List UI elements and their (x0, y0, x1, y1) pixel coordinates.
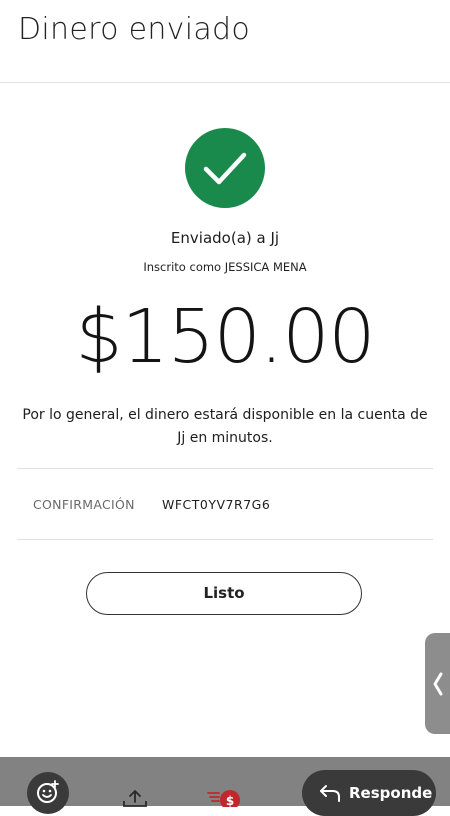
done-button[interactable]: Listo (86, 572, 362, 615)
reply-button[interactable]: Responde (302, 770, 436, 816)
success-check-icon (185, 128, 265, 208)
amount-sent: $150.00 (75, 294, 375, 380)
divider-top (17, 468, 433, 469)
reply-label: Responde (349, 784, 433, 802)
page-title: Dinero enviado (18, 12, 251, 47)
enrolled-as-line: Inscrito como JESSICA MENA (143, 260, 307, 274)
header-bar: Dinero enviado (0, 0, 450, 83)
emoji-add-button[interactable] (27, 772, 69, 814)
upload-icon[interactable] (122, 789, 148, 807)
svg-text:$: $ (226, 794, 234, 807)
divider-bottom (17, 539, 433, 540)
chevron-left-icon (433, 672, 443, 696)
recipient-line: Enviado(a) a Jj (170, 229, 280, 247)
reply-arrow-icon (320, 785, 340, 802)
side-panel-handle[interactable] (425, 633, 450, 734)
confirmation-label: CONFIRMACIÓN (33, 497, 135, 512)
send-money-icon[interactable]: $ (207, 789, 241, 807)
emoji-add-icon (37, 780, 59, 803)
availability-note: Por lo general, el dinero estará disponi… (22, 407, 428, 446)
confirmation-number: WFCT0YV7R7G6 (162, 497, 271, 512)
